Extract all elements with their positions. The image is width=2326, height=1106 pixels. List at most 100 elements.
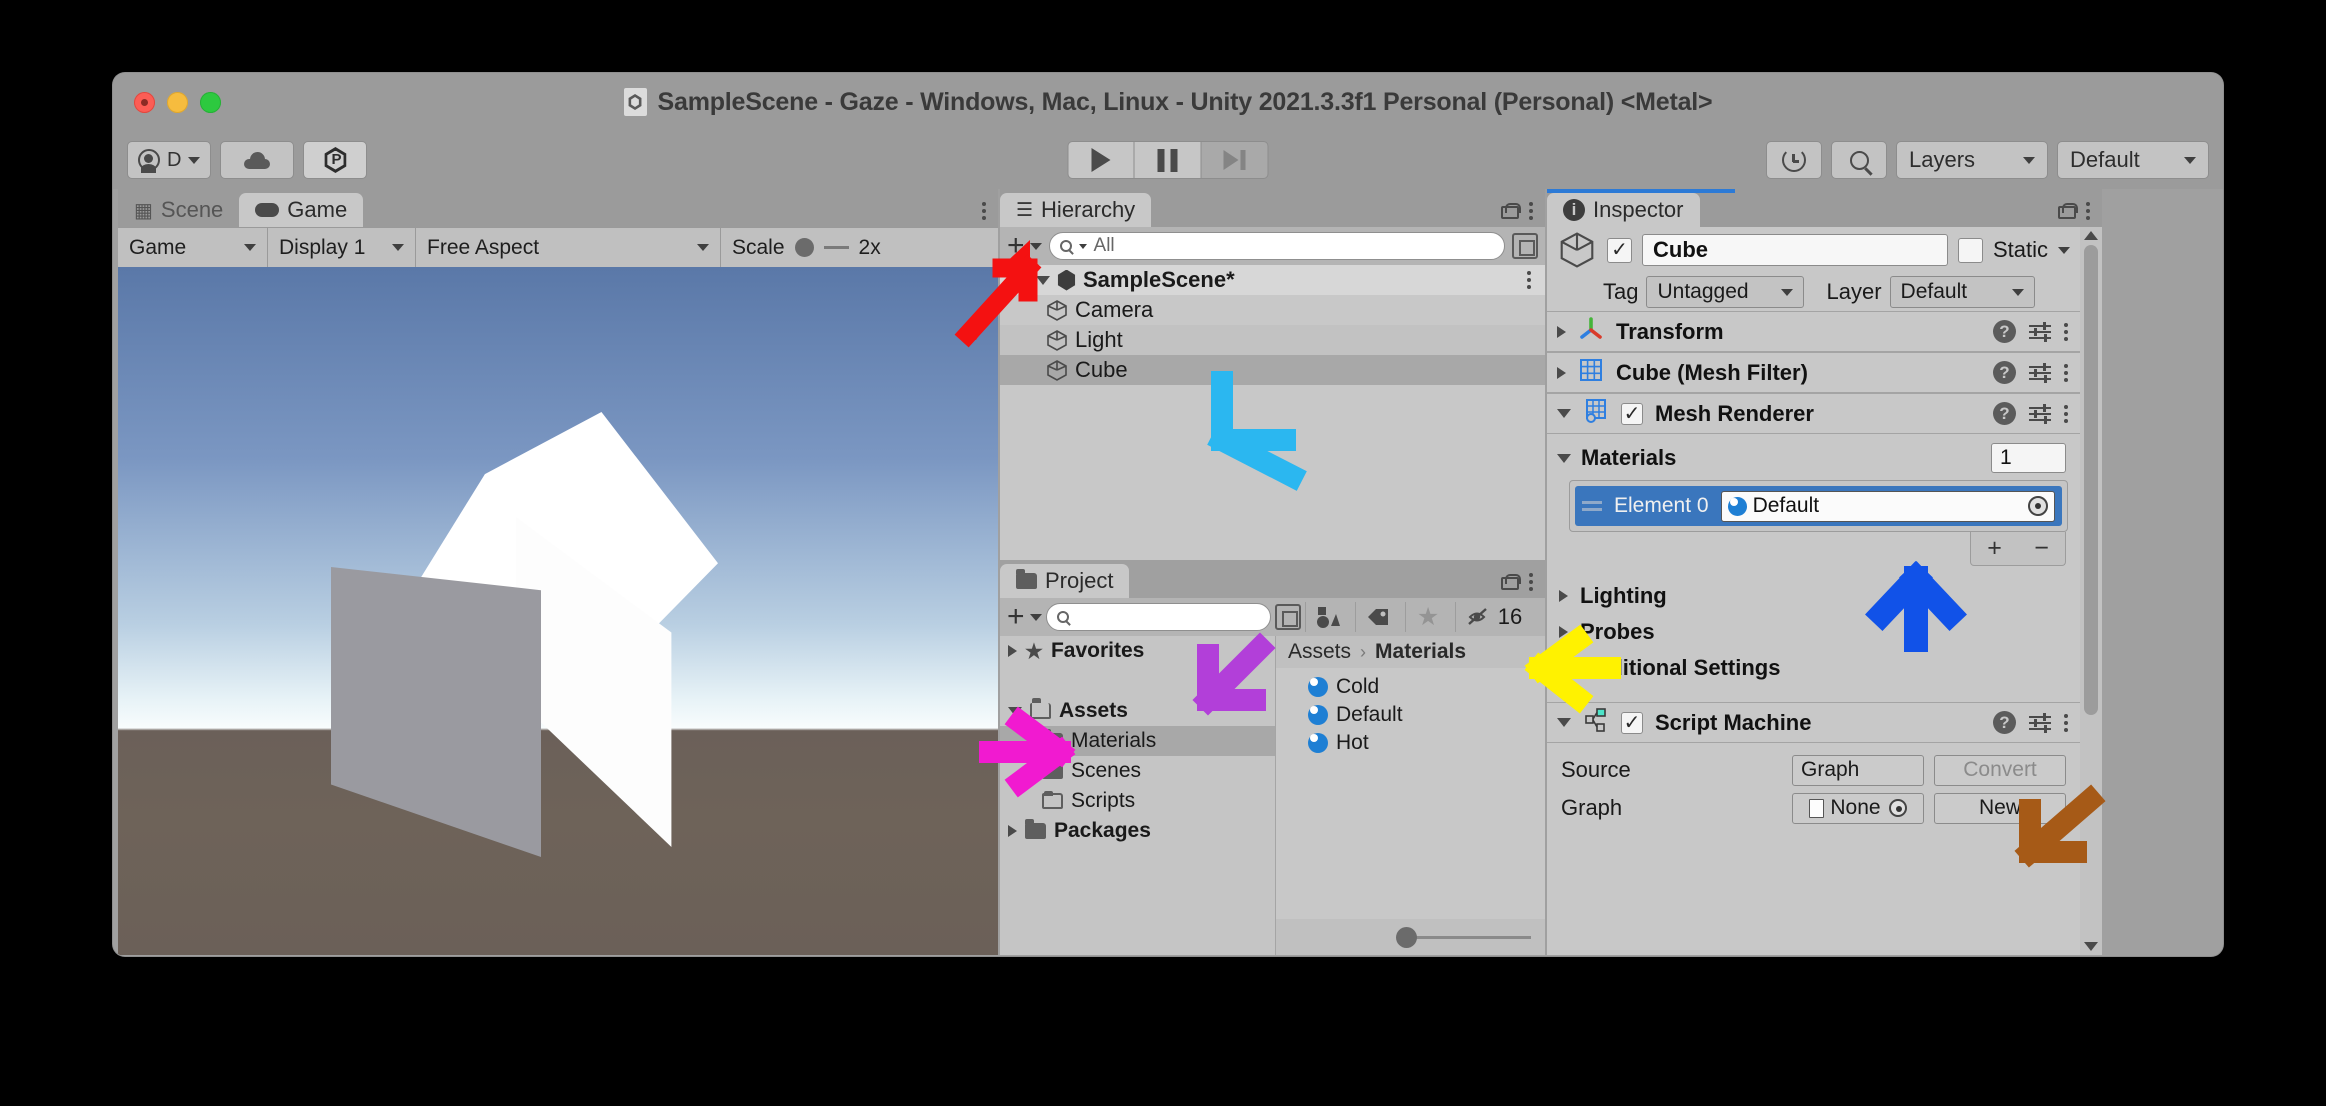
chevron-down-icon[interactable] (1557, 718, 1571, 727)
pause-button[interactable] (1135, 141, 1202, 179)
asset-row-default[interactable]: Default (1276, 701, 1545, 729)
more-options-icon[interactable] (2064, 714, 2068, 732)
account-button[interactable]: D (127, 141, 211, 179)
slider-knob[interactable] (1396, 927, 1417, 948)
hierarchy-row-scene[interactable]: SampleScene* (1000, 265, 1545, 295)
more-options-icon[interactable] (2086, 202, 2090, 220)
cloud-button[interactable] (220, 141, 294, 179)
object-name-field[interactable]: Cube (1642, 234, 1948, 266)
help-icon[interactable]: ? (1993, 361, 2016, 384)
array-add-button[interactable]: + (1987, 534, 2002, 563)
material-element-0-row[interactable]: Element 0 Default (1575, 486, 2062, 526)
maximize-button[interactable] (200, 92, 221, 113)
tree-row-scenes[interactable]: Scenes (1000, 756, 1275, 786)
source-graph-button[interactable]: Graph (1792, 755, 1924, 786)
materials-size-field[interactable]: 1 (1991, 443, 2066, 473)
materials-foldout-row[interactable]: Materials 1 (1547, 438, 2080, 478)
breadcrumb-assets[interactable]: Assets (1288, 640, 1351, 664)
scene-context-menu-icon[interactable] (1527, 271, 1531, 289)
tag-dropdown[interactable]: Untagged (1646, 276, 1804, 308)
minimize-button[interactable] (167, 92, 188, 113)
material-object-field[interactable]: Default (1721, 491, 2055, 522)
tab-project[interactable]: Project (1000, 564, 1129, 598)
graph-object-field[interactable]: None (1792, 793, 1924, 824)
tree-row-materials[interactable]: Materials (1000, 726, 1275, 756)
chevron-right-icon[interactable] (1557, 326, 1566, 338)
more-options-icon[interactable] (2064, 364, 2068, 382)
preset-sliders-icon[interactable] (2029, 713, 2051, 733)
chevron-down-icon[interactable] (1036, 276, 1050, 285)
search-button[interactable] (1831, 141, 1887, 179)
component-header-mesh-renderer[interactable]: Mesh Renderer ? (1547, 393, 2080, 434)
hierarchy-row-cube[interactable]: Cube (1000, 355, 1545, 385)
tab-scene[interactable]: ▦ Scene (118, 193, 239, 227)
lock-icon[interactable] (2058, 203, 2072, 219)
array-remove-button[interactable]: − (2034, 534, 2049, 563)
services-button[interactable]: P (303, 141, 367, 179)
object-active-checkbox[interactable] (1607, 238, 1632, 263)
lock-icon[interactable] (1501, 574, 1515, 590)
tree-row-packages[interactable]: Packages (1000, 816, 1275, 846)
more-options-icon[interactable] (982, 202, 986, 220)
tree-row-scripts[interactable]: Scripts (1000, 786, 1275, 816)
breadcrumb-materials[interactable]: Materials (1375, 640, 1466, 664)
display-selector[interactable]: Display 1 (268, 228, 416, 268)
asset-row-cold[interactable]: Cold (1276, 673, 1545, 701)
hidden-assets-button[interactable]: 16 (1455, 602, 1535, 632)
play-button[interactable] (1068, 141, 1135, 179)
asset-list[interactable]: Cold Default Hot (1276, 668, 1545, 919)
chevron-right-icon[interactable] (1559, 590, 1568, 602)
hierarchy-row-light[interactable]: Light (1000, 325, 1545, 355)
help-icon[interactable]: ? (1993, 402, 2016, 425)
preset-sliders-icon[interactable] (2029, 322, 2051, 342)
help-icon[interactable]: ? (1993, 711, 2016, 734)
convert-button[interactable]: Convert (1934, 755, 2066, 786)
more-options-icon[interactable] (1529, 202, 1533, 220)
chevron-right-icon[interactable] (1559, 626, 1568, 638)
thumbnail-size-slider[interactable] (1276, 919, 1545, 955)
open-in-window-icon[interactable] (1512, 233, 1538, 259)
shapes-filter-button[interactable] (1305, 602, 1351, 632)
more-options-icon[interactable] (2064, 323, 2068, 341)
project-add-button[interactable]: + (1007, 605, 1042, 629)
mesh-renderer-enabled-checkbox[interactable] (1621, 403, 1643, 425)
chevron-down-icon[interactable] (1557, 454, 1571, 463)
hierarchy-add-button[interactable]: + (1007, 234, 1042, 258)
renderer-section-lighting[interactable]: Lighting (1547, 578, 2080, 614)
chevron-down-icon[interactable] (1557, 409, 1571, 418)
asset-row-hot[interactable]: Hot (1276, 729, 1545, 757)
layer-dropdown[interactable]: Default (1890, 276, 2035, 308)
component-header-script-machine[interactable]: Script Machine ? (1547, 702, 2080, 743)
scrollbar-thumb[interactable] (2084, 245, 2098, 715)
renderer-section-probes[interactable]: Probes (1547, 614, 2080, 650)
script-machine-enabled-checkbox[interactable] (1621, 712, 1643, 734)
game-render-surface[interactable] (118, 267, 998, 955)
window-controls[interactable] (134, 92, 221, 113)
object-picker-icon[interactable] (2028, 496, 2048, 516)
project-search-input[interactable] (1046, 603, 1271, 631)
hierarchy-row-camera[interactable]: Camera (1000, 295, 1545, 325)
layers-dropdown[interactable]: Layers (1896, 141, 2048, 179)
tab-inspector[interactable]: i Inspector (1547, 193, 1700, 227)
tab-hierarchy[interactable]: ☰ Hierarchy (1000, 193, 1151, 227)
game-view-selector[interactable]: Game (118, 228, 268, 268)
scale-slider[interactable]: Scale 2x (721, 228, 897, 268)
chevron-right-icon[interactable] (1008, 645, 1017, 657)
step-button[interactable] (1202, 141, 1269, 179)
game-panel-menu[interactable] (982, 202, 998, 227)
component-header-mesh-filter[interactable]: Cube (Mesh Filter) ? (1547, 352, 2080, 393)
tree-row-favorites[interactable]: ★ Favorites (1000, 636, 1275, 666)
label-filter-button[interactable] (1355, 602, 1401, 632)
scroll-down-icon[interactable] (2084, 942, 2098, 951)
chevron-right-icon[interactable] (1557, 367, 1566, 379)
chevron-down-icon[interactable] (2058, 247, 2070, 254)
help-icon[interactable]: ? (1993, 320, 2016, 343)
more-options-icon[interactable] (2064, 405, 2068, 423)
project-folder-tree[interactable]: ★ Favorites Assets Materials (1000, 636, 1275, 955)
aspect-selector[interactable]: Free Aspect (416, 228, 721, 268)
preset-sliders-icon[interactable] (2029, 363, 2051, 383)
close-button[interactable] (134, 92, 155, 113)
tab-game[interactable]: Game (239, 193, 363, 227)
chevron-right-icon[interactable] (1559, 662, 1568, 674)
undo-history-button[interactable] (1766, 141, 1822, 179)
